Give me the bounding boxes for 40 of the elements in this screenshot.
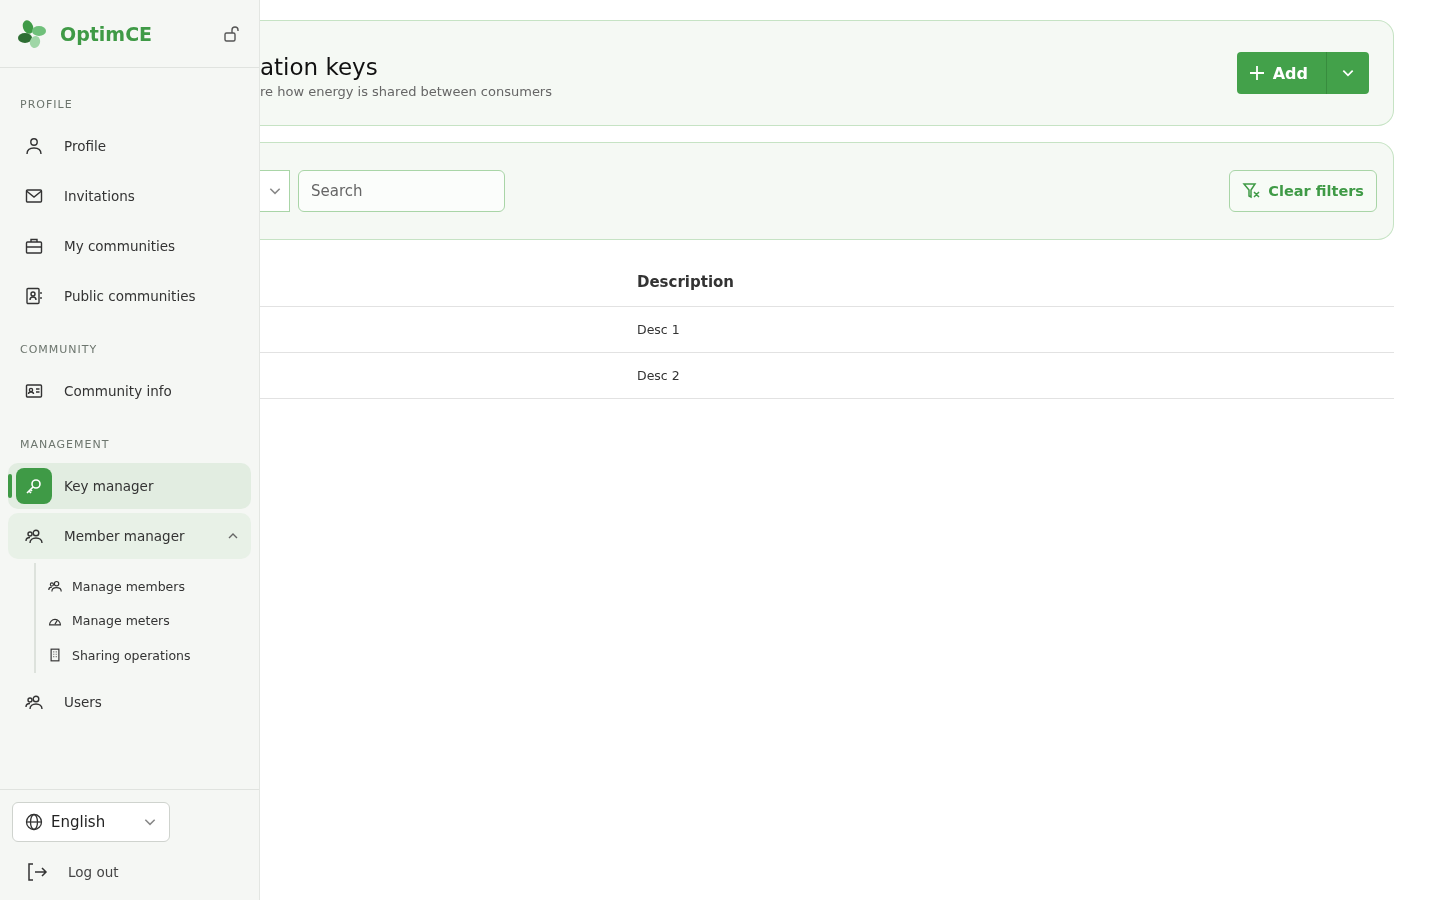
contact-book-icon — [25, 287, 43, 305]
table-cell: Desc 2 — [637, 368, 680, 383]
logout-link[interactable]: Log out — [12, 842, 247, 882]
nav-item[interactable]: Profile — [8, 123, 251, 169]
clover-logo-icon — [16, 18, 48, 49]
filter-icon — [1242, 182, 1261, 200]
unlocked-padlock-icon[interactable] — [223, 24, 241, 43]
plus-icon — [1248, 65, 1265, 81]
column-header: Description — [637, 273, 735, 291]
key-icon — [25, 477, 43, 495]
people-icon — [48, 579, 62, 594]
section-heading: MANAGEMENT — [19, 437, 111, 453]
language-select[interactable]: English — [12, 802, 170, 842]
envelope-icon — [25, 187, 43, 205]
person-icon — [25, 137, 43, 155]
nav-item[interactable]: Public communities — [8, 273, 251, 319]
nav-item[interactable]: Invitations — [8, 173, 251, 219]
page-title: ation keys — [260, 53, 379, 80]
section-heading: COMMUNITY — [19, 342, 99, 358]
dropdown-button[interactable] — [1327, 52, 1369, 94]
nav-item[interactable]: Users — [8, 678, 251, 725]
nav-item[interactable]: Community info — [8, 368, 251, 414]
sub-nav-item[interactable]: Manage members — [48, 569, 251, 604]
nav-item[interactable]: Member manager — [8, 513, 251, 559]
id-card-icon — [25, 382, 43, 400]
sub-nav-item[interactable]: Sharing operations — [48, 638, 251, 673]
table-cell: Desc 1 — [637, 322, 680, 337]
people-icon — [25, 527, 43, 545]
page-subtitle: re how energy is shared between consumers — [260, 83, 553, 99]
dropdown-field[interactable] — [260, 170, 290, 212]
search-field[interactable]: Search — [298, 170, 505, 212]
nav-item[interactable]: My communities — [8, 223, 251, 269]
briefcase-icon — [25, 237, 43, 255]
section-heading: PROFILE — [19, 97, 74, 113]
sub-nav-item[interactable]: Manage meters — [48, 603, 251, 638]
nav-item[interactable]: Key manager — [8, 463, 251, 509]
brand-name: OptimCE — [60, 22, 154, 45]
logout-icon — [26, 862, 48, 882]
globe-icon — [25, 813, 43, 831]
building-icon — [48, 648, 62, 663]
